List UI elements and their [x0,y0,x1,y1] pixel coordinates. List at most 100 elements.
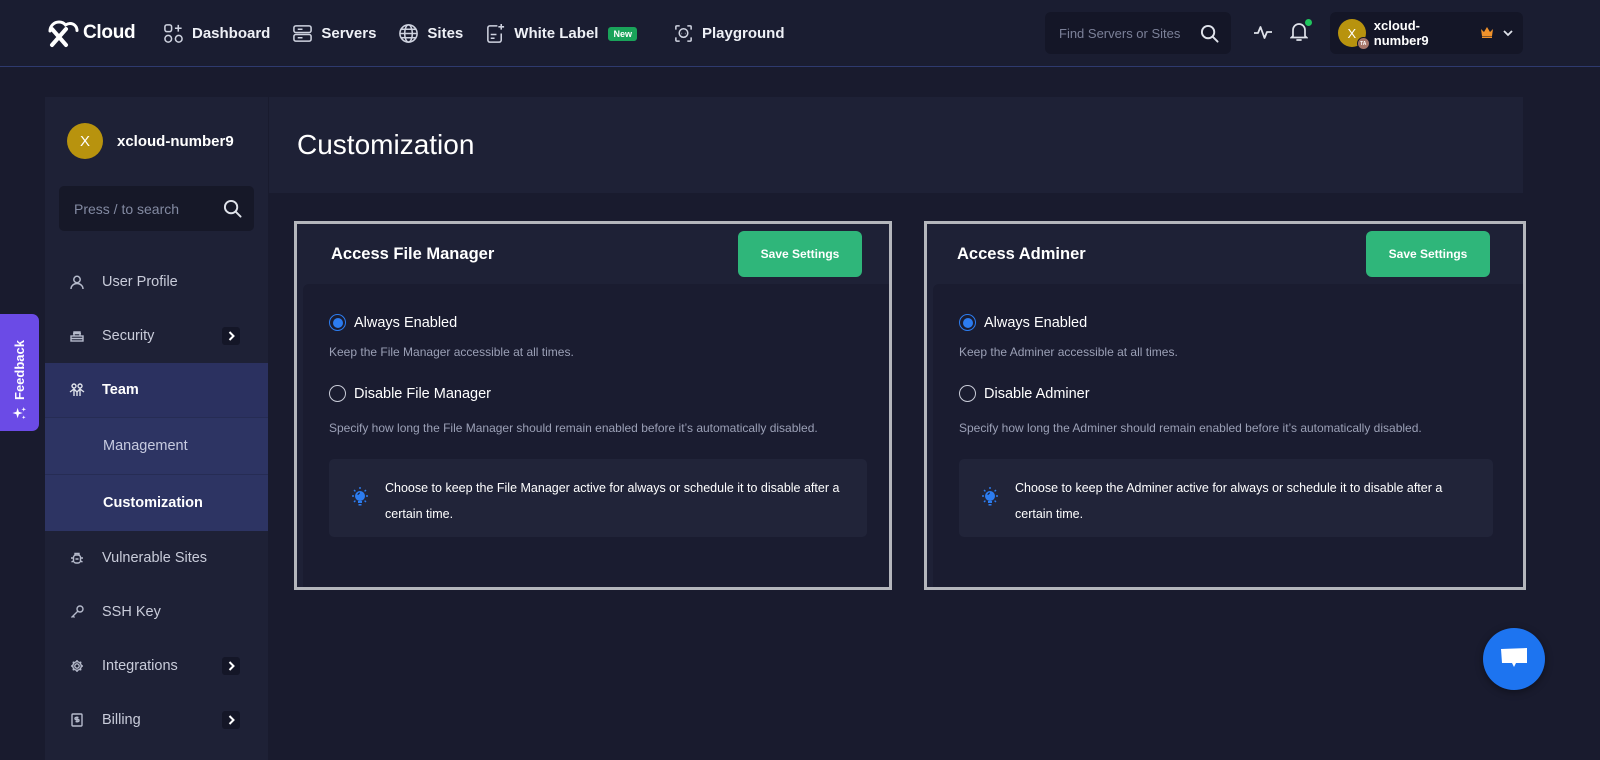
bug-icon [69,550,85,566]
option-label: Disable Adminer [984,385,1090,402]
page-header: Customization [269,97,1523,193]
sidebar-item-label: Billing [102,712,141,728]
main-nav: Dashboard Servers Sites White Label New [163,0,784,67]
live-chat-button[interactable] [1483,628,1545,690]
option-help: Specify how long the File Manager should… [329,421,818,435]
option-help: Keep the File Manager accessible at all … [329,345,574,359]
radio-disable-adminer[interactable]: Disable Adminer [959,385,1090,402]
chevron-right-icon[interactable] [222,657,240,675]
new-badge: New [608,26,637,41]
nav-playground[interactable]: Playground [673,23,785,44]
dashboard-icon [164,24,183,43]
billing-icon [69,712,85,728]
user-avatar: X TA [1338,19,1370,50]
save-settings-button[interactable]: Save Settings [1366,231,1490,277]
sidebar-item-user-profile[interactable]: User Profile [45,255,268,309]
sidebar-search[interactable] [59,186,254,231]
radio-disable-file-manager[interactable]: Disable File Manager [329,385,491,402]
user-icon [69,274,85,290]
lightbulb-icon [352,487,368,506]
card-title: Access File Manager [331,245,495,263]
sidebar-user-name: xcloud-number9 [117,132,234,150]
option-label: Disable File Manager [354,385,492,402]
sidebar-item-team[interactable]: Team [45,363,268,417]
logo-text: Cloud [83,22,136,43]
global-search-input[interactable] [1059,25,1189,41]
team-icon [69,382,85,398]
chevron-down-icon [1503,24,1513,42]
radio-unchecked[interactable] [329,385,346,402]
radio-checked[interactable] [959,314,976,331]
nav-servers[interactable]: Servers [292,23,376,44]
feedback-tab[interactable]: Feedback [0,314,39,431]
security-icon [69,328,85,344]
sidebar-item-label: User Profile [102,274,178,290]
white-label-icon [487,23,505,43]
search-icon[interactable] [223,199,242,218]
card-header: Access Adminer Save Settings [927,224,1523,284]
sidebar-item-label: Vulnerable Sites [102,550,208,566]
nav-playground-label: Playground [701,25,785,42]
option-help: Specify how long the Adminer should rema… [959,421,1422,435]
settings-sidebar: X xcloud-number9 User Profile Security [45,97,268,760]
sidebar-search-input[interactable] [74,200,214,217]
sidebar-item-ssh-key[interactable]: SSH Key [45,585,268,639]
team-avatar-badge: TA [1356,37,1370,50]
key-icon [69,604,85,620]
chevron-right-icon[interactable] [222,711,240,729]
gear-icon [69,658,85,674]
playground-icon [675,25,692,42]
sidebar-item-vulnerable-sites[interactable]: Vulnerable Sites [45,531,268,585]
card-body: Always Enabled Keep the Adminer accessib… [933,284,1523,587]
sidebar-item-label: SSH Key [102,604,161,620]
sidebar-item-security[interactable]: Security [45,309,268,363]
nav-sites[interactable]: Sites [398,23,463,44]
crown-icon [1480,26,1494,41]
sidebar-subitem-management[interactable]: Management [45,417,268,474]
option-label: Always Enabled [354,314,458,331]
card-body: Always Enabled Keep the File Manager acc… [303,284,889,587]
search-icon[interactable] [1200,24,1219,43]
sidebar-item-billing[interactable]: Billing [45,693,268,747]
sidebar-item-label: Security [102,328,155,344]
sidebar-item-integrations[interactable]: Integrations [45,639,268,693]
globe-icon [399,24,419,43]
feedback-label: Feedback [12,340,27,400]
tip-text: Choose to keep the File Manager active f… [385,481,840,521]
save-settings-button[interactable]: Save Settings [738,231,862,277]
activity-button[interactable] [1253,22,1273,42]
file-manager-card: Access File Manager Save Settings Always… [294,221,892,590]
sidebar-menu: User Profile Security Team Management Cu… [45,255,268,747]
top-navbar: Cloud Dashboard Servers Sites White Labe… [0,0,1600,67]
notifications-button[interactable] [1289,19,1312,43]
sidebar-subitem-label: Management [103,438,188,454]
sidebar-subitem-customization[interactable]: Customization [45,474,268,531]
sparkle-icon [12,406,27,420]
lightbulb-icon [982,487,998,506]
radio-always-enabled[interactable]: Always Enabled [959,314,1087,331]
radio-checked[interactable] [329,314,346,331]
global-search[interactable] [1045,12,1231,54]
tip-text: Choose to keep the Adminer active for al… [1015,481,1443,521]
adminer-card: Access Adminer Save Settings Always Enab… [924,221,1526,590]
user-name: xcloud-number9 [1373,18,1429,48]
sidebar-item-label: Integrations [102,658,178,674]
sidebar-subitem-label: Customization [103,495,203,511]
xcloud-logo-icon [48,20,79,47]
card-title: Access Adminer [957,245,1086,263]
radio-unchecked[interactable] [959,385,976,402]
user-avatar-initial: X [1347,25,1357,41]
nav-dashboard-label: Dashboard [192,25,271,42]
activity-icon [1254,26,1272,39]
info-tip: Choose to keep the Adminer active for al… [959,459,1493,537]
brand-logo[interactable]: Cloud [44,17,136,49]
nav-white-label[interactable]: White Label New [485,23,637,44]
option-label: Always Enabled [984,314,1088,331]
option-help: Keep the Adminer accessible at all times… [959,345,1178,359]
user-menu[interactable]: X TA xcloud-number9 [1330,12,1523,54]
chevron-right-icon[interactable] [222,327,240,345]
sidebar-item-label: Team [102,382,139,398]
card-header: Access File Manager Save Settings [297,224,889,284]
nav-dashboard[interactable]: Dashboard [163,23,270,44]
radio-always-enabled[interactable]: Always Enabled [329,314,457,331]
